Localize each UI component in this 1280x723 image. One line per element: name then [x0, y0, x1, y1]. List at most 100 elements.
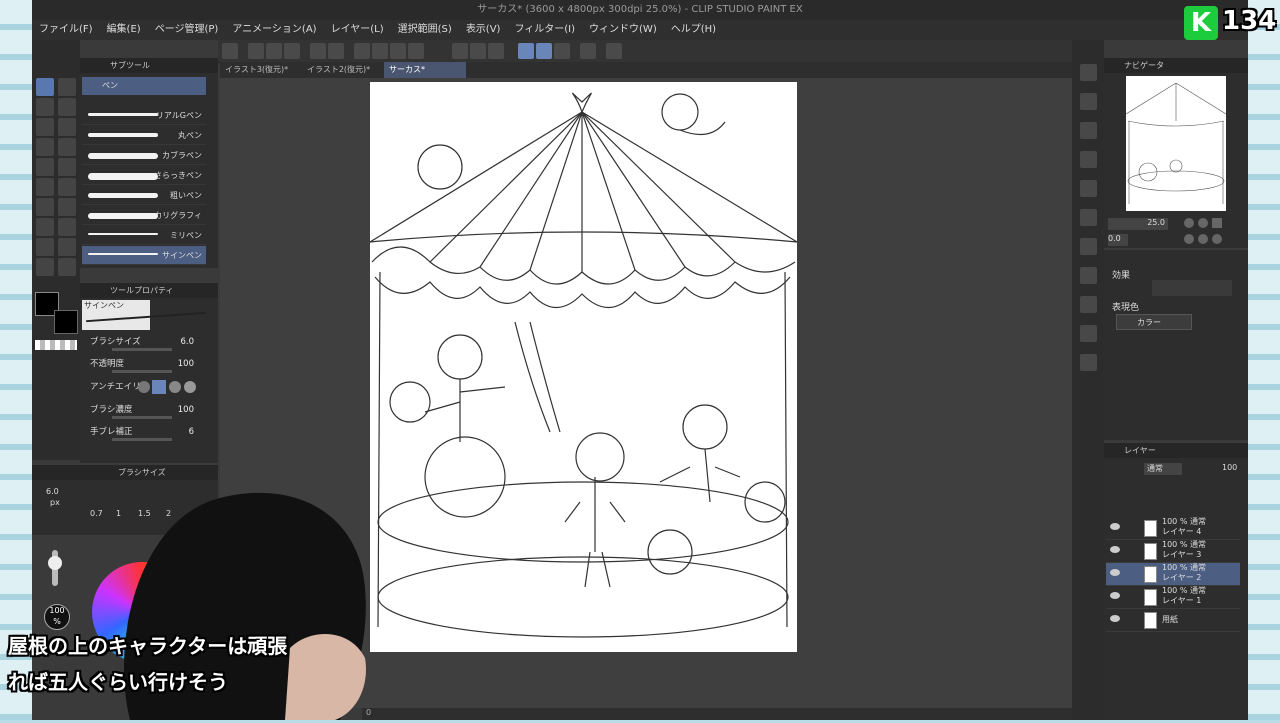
- open-file-icon[interactable]: [266, 43, 282, 59]
- antialias-weak-icon[interactable]: [152, 380, 166, 394]
- opacity-row[interactable]: 不透明度 100: [90, 357, 208, 375]
- frame-tool-icon[interactable]: [58, 138, 76, 156]
- redo-icon[interactable]: [328, 43, 344, 59]
- blend-mode-select[interactable]: 通常: [1144, 463, 1182, 475]
- clear-outside-icon[interactable]: [372, 43, 388, 59]
- export-icon[interactable]: [1080, 354, 1097, 371]
- stabilize-row[interactable]: 手ブレ補正 6: [90, 425, 208, 443]
- antialias-strong-icon[interactable]: [184, 381, 196, 393]
- ruler-tool-icon[interactable]: [36, 238, 54, 256]
- save-icon[interactable]: [284, 43, 300, 59]
- menu-selection[interactable]: 選択範囲(S): [391, 20, 459, 40]
- zoom-in-icon[interactable]: [1198, 218, 1208, 228]
- menu-animation[interactable]: アニメーション(A): [225, 20, 323, 40]
- brush-item[interactable]: カブラペン: [82, 146, 206, 165]
- brush-size-value[interactable]: 6.0: [180, 337, 194, 347]
- move-tool-icon[interactable]: [58, 118, 76, 136]
- stabilize-value[interactable]: 6: [189, 427, 194, 437]
- density-slider[interactable]: [112, 416, 172, 419]
- size-slider-handle[interactable]: [48, 556, 62, 570]
- device-icon[interactable]: [580, 43, 596, 59]
- snap-grid-icon[interactable]: [554, 43, 570, 59]
- clear-icon[interactable]: [354, 43, 370, 59]
- history-icon[interactable]: [1080, 238, 1097, 255]
- tab-circus[interactable]: サーカス*: [384, 62, 466, 78]
- eye-icon[interactable]: [1110, 546, 1120, 553]
- eye-icon[interactable]: [1110, 615, 1120, 622]
- reset-rotation-icon[interactable]: [1212, 234, 1222, 244]
- angle-field[interactable]: 0.0: [1108, 234, 1128, 246]
- opacity-value[interactable]: 100: [178, 359, 194, 369]
- brush-size-row[interactable]: ブラシサイズ 6.0: [90, 335, 208, 353]
- eye-icon[interactable]: [1110, 523, 1120, 530]
- tab-illust2[interactable]: イラスト2(復元)*: [302, 62, 384, 78]
- zoom-field[interactable]: 25.0: [1108, 218, 1168, 230]
- zoom-tool-icon[interactable]: [36, 198, 54, 216]
- menu-help[interactable]: ヘルプ(H): [664, 20, 723, 40]
- eyedropper-tool-icon[interactable]: [58, 258, 76, 276]
- layer-row[interactable]: 100 % 通常 レイヤー 4: [1106, 517, 1240, 540]
- eye-icon[interactable]: [1110, 592, 1120, 599]
- density-value[interactable]: 100: [178, 405, 194, 415]
- undo-icon[interactable]: [310, 43, 326, 59]
- menu-window[interactable]: ウィンドウ(W): [582, 20, 664, 40]
- menu-layer[interactable]: レイヤー(L): [324, 20, 391, 40]
- material-icon[interactable]: [1080, 122, 1097, 139]
- search-icon[interactable]: [1080, 93, 1097, 110]
- decoration-tool-icon[interactable]: [36, 118, 54, 136]
- antialias-mid-icon[interactable]: [169, 381, 181, 393]
- pencil-tool-icon[interactable]: [58, 78, 76, 96]
- zoom-out-icon[interactable]: [1184, 218, 1194, 228]
- brush-item[interactable]: 粗いペン: [82, 186, 206, 205]
- eraser-tool-icon[interactable]: [58, 98, 76, 116]
- camera-icon[interactable]: [1080, 151, 1097, 168]
- new-file-icon[interactable]: [248, 43, 264, 59]
- layer-row[interactable]: 100 % 通常 レイヤー 3: [1106, 540, 1240, 563]
- expr-color-select[interactable]: カラー: [1116, 314, 1192, 330]
- invert-selection-icon[interactable]: [488, 43, 504, 59]
- antialias-row[interactable]: アンチエイリ: [90, 380, 208, 398]
- tab-illust3[interactable]: イラスト3(復元)*: [220, 62, 302, 78]
- layer-row[interactable]: 用紙: [1106, 609, 1240, 632]
- layer-property-icon[interactable]: [1080, 267, 1097, 284]
- navigator-icon[interactable]: [1080, 64, 1097, 81]
- airbrush-tool-icon[interactable]: [36, 158, 54, 176]
- blend-tool-icon[interactable]: [36, 138, 54, 156]
- close-panel-icon[interactable]: [1080, 180, 1097, 197]
- opacity-slider[interactable]: [112, 370, 172, 373]
- text-tool-icon[interactable]: [36, 218, 54, 236]
- antialias-none-icon[interactable]: [138, 381, 150, 393]
- select-layer-icon[interactable]: [58, 238, 76, 256]
- brush-size-slider[interactable]: [112, 348, 172, 351]
- snap-ruler-icon[interactable]: [518, 43, 534, 59]
- opacity-knob[interactable]: 100%: [44, 604, 70, 630]
- brush-item[interactable]: ミリペン: [82, 226, 206, 245]
- menu-view[interactable]: 表示(V): [459, 20, 508, 40]
- select-all-icon[interactable]: [452, 43, 468, 59]
- subtool-group-tab[interactable]: ペン: [82, 77, 206, 95]
- fit-icon[interactable]: [1212, 218, 1222, 228]
- gradient-tool-icon[interactable]: [58, 178, 76, 196]
- eye-icon[interactable]: [1110, 569, 1120, 576]
- deselect-icon[interactable]: [470, 43, 486, 59]
- transparent-color-swatch[interactable]: [35, 340, 77, 350]
- menu-file[interactable]: ファイル(F): [32, 20, 100, 40]
- snap-special-ruler-icon[interactable]: [536, 43, 552, 59]
- brush-item[interactable]: カリグラフィ: [82, 206, 206, 225]
- image-icon[interactable]: [1080, 296, 1097, 313]
- help-icon[interactable]: [606, 43, 622, 59]
- navigator-preview[interactable]: [1125, 76, 1227, 211]
- density-row[interactable]: ブラシ濃度 100: [90, 403, 208, 421]
- menu-edit[interactable]: 編集(E): [100, 20, 148, 40]
- rotate-right-icon[interactable]: [1198, 234, 1208, 244]
- figure-tool-icon[interactable]: [58, 198, 76, 216]
- transform-icon[interactable]: [408, 43, 424, 59]
- clip-studio-icon[interactable]: [222, 43, 238, 59]
- pen-tool-icon[interactable]: [36, 78, 54, 96]
- brush-item[interactable]: リアルGペン: [82, 106, 206, 125]
- brush-item[interactable]: さらっきペン: [82, 166, 206, 185]
- rotate-left-icon[interactable]: [1184, 234, 1194, 244]
- fill-tool-icon[interactable]: [36, 178, 54, 196]
- sub-color-swatch[interactable]: [54, 310, 78, 334]
- balloon-tool-icon[interactable]: [58, 218, 76, 236]
